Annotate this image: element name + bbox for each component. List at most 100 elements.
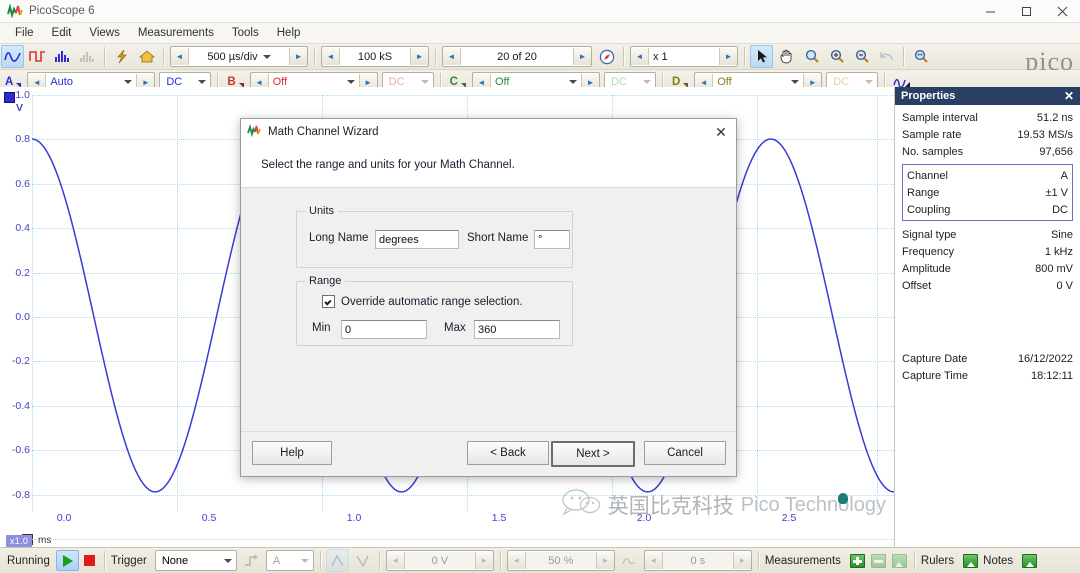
- zoom-in-tool-icon[interactable]: [825, 45, 848, 68]
- remove-measurement-icon[interactable]: [871, 554, 886, 568]
- math-channel-wizard-dialog[interactable]: Math Channel Wizard ✕ Select the range a…: [240, 118, 737, 477]
- add-measurement-icon[interactable]: [850, 554, 865, 568]
- properties-close-icon[interactable]: ✕: [1064, 89, 1074, 103]
- trigger-mode-combo[interactable]: None: [155, 550, 237, 571]
- hand-pan-tool-icon[interactable]: [775, 45, 798, 68]
- property-row: Coupling DC: [907, 201, 1068, 218]
- scope-mode-icon[interactable]: [1, 45, 24, 68]
- pointer-tool-icon[interactable]: [750, 45, 773, 68]
- property-row: Signal type Sine: [902, 226, 1073, 243]
- pretrigger-next-button[interactable]: ►: [597, 552, 614, 569]
- property-key: Frequency: [902, 246, 954, 258]
- properties-spacer: [902, 294, 1073, 322]
- chevron-down-icon[interactable]: [297, 552, 313, 569]
- menu-help[interactable]: Help: [268, 25, 310, 41]
- threshold-value[interactable]: 0 V: [404, 552, 476, 569]
- cancel-button[interactable]: Cancel: [644, 441, 726, 465]
- zoom-factor-next-button[interactable]: ►: [720, 48, 737, 65]
- spectrum-dim-icon[interactable]: [76, 45, 99, 68]
- chevron-down-icon[interactable]: [569, 80, 577, 84]
- delay-spinner[interactable]: ◄ 0 s ►: [644, 550, 752, 571]
- short-name-input[interactable]: °: [534, 230, 570, 249]
- menu-tools[interactable]: Tools: [223, 25, 268, 41]
- delay-prev-button[interactable]: ◄: [645, 552, 662, 569]
- buffer-next-button[interactable]: ►: [574, 48, 591, 65]
- samples-spinner[interactable]: ◄ 100 kS ►: [321, 46, 429, 67]
- trigger-threshold-spinner[interactable]: ◄ 0 V ►: [386, 550, 494, 571]
- long-name-input[interactable]: degrees: [375, 230, 459, 249]
- falling-edge-icon[interactable]: [351, 549, 374, 572]
- max-input[interactable]: 360: [474, 320, 560, 339]
- trigger-source-combo[interactable]: A: [266, 550, 314, 571]
- pretrigger-value[interactable]: 50 %: [525, 552, 597, 569]
- timebase-next-button[interactable]: ►: [290, 48, 307, 65]
- zoom-factor-value[interactable]: x 1: [648, 48, 720, 65]
- zoom-factor-spinner[interactable]: ◄ x 1 ►: [630, 46, 738, 67]
- samples-prev-button[interactable]: ◄: [322, 48, 339, 65]
- menu-edit[interactable]: Edit: [43, 25, 81, 41]
- override-range-checkbox-row[interactable]: Override automatic range selection.: [322, 295, 523, 308]
- play-icon[interactable]: [56, 550, 79, 571]
- zoom-window-tool-icon[interactable]: [800, 45, 823, 68]
- close-button[interactable]: [1044, 0, 1080, 22]
- help-button[interactable]: Help: [252, 441, 332, 465]
- buffer-prev-button[interactable]: ◄: [443, 48, 460, 65]
- threshold-prev-button[interactable]: ◄: [387, 552, 404, 569]
- menu-edit-label: Edit: [52, 27, 72, 39]
- zoom-out-tool-icon[interactable]: [850, 45, 873, 68]
- zoom-badge[interactable]: x1.0: [6, 535, 32, 547]
- home-icon[interactable]: [135, 45, 158, 68]
- dialog-close-icon[interactable]: ✕: [710, 122, 732, 142]
- chevron-down-icon[interactable]: [220, 552, 236, 569]
- post-trigger-delay-icon[interactable]: [618, 549, 641, 572]
- y-axis: 1.0 V 0.8 0.6 0.4 0.2 0.0 -0.2 -0.4 -0.6…: [0, 87, 32, 548]
- trigger-edge-icon[interactable]: [240, 549, 263, 572]
- buffer-value[interactable]: 20 of 20: [460, 48, 574, 65]
- x-tick-label: 1.0: [347, 512, 362, 524]
- delay-next-button[interactable]: ►: [734, 552, 751, 569]
- signal-generator-icon[interactable]: [110, 45, 133, 68]
- samples-next-button[interactable]: ►: [411, 48, 428, 65]
- buffer-navigator-icon[interactable]: [595, 45, 618, 68]
- chevron-down-icon[interactable]: [347, 80, 355, 84]
- menu-measurements[interactable]: Measurements: [129, 25, 223, 41]
- channel-a-offset-marker[interactable]: [4, 92, 15, 103]
- square-wave-icon[interactable]: [26, 45, 49, 68]
- threshold-next-button[interactable]: ►: [476, 552, 493, 569]
- undo-zoom-icon[interactable]: [875, 45, 898, 68]
- stop-icon[interactable]: [79, 551, 100, 570]
- next-button[interactable]: Next >: [551, 441, 635, 467]
- chevron-down-icon[interactable]: [791, 80, 799, 84]
- chevron-down-icon[interactable]: [263, 55, 271, 59]
- rising-edge-icon[interactable]: [326, 549, 349, 572]
- back-button[interactable]: < Back: [467, 441, 549, 465]
- zoom-reset-icon[interactable]: [909, 45, 932, 68]
- menu-views[interactable]: Views: [80, 25, 128, 41]
- chevron-down-icon[interactable]: [124, 80, 132, 84]
- maximize-button[interactable]: [1008, 0, 1044, 22]
- y-tick-label: 0.4: [15, 222, 30, 234]
- y-tick-label: -0.8: [12, 489, 30, 501]
- pretrigger-prev-button[interactable]: ◄: [508, 552, 525, 569]
- range-group-legend: Range: [305, 275, 345, 287]
- long-name-value: degrees: [379, 234, 419, 246]
- notes-icon[interactable]: [1022, 554, 1037, 568]
- y-tick-label: 0.2: [15, 267, 30, 279]
- timebase-value[interactable]: 500 µs/div: [188, 48, 290, 65]
- override-range-checkbox[interactable]: [322, 295, 335, 308]
- menu-file[interactable]: File: [6, 25, 43, 41]
- buffer-spinner[interactable]: ◄ 20 of 20 ►: [442, 46, 592, 67]
- minimize-button[interactable]: [972, 0, 1008, 22]
- samples-value[interactable]: 100 kS: [339, 48, 411, 65]
- spectrum-icon[interactable]: [51, 45, 74, 68]
- timebase-prev-button[interactable]: ◄: [171, 48, 188, 65]
- zoom-factor-prev-button[interactable]: ◄: [631, 48, 648, 65]
- timebase-spinner[interactable]: ◄ 500 µs/div ►: [170, 46, 308, 67]
- min-label: Min: [312, 322, 331, 334]
- status-separator-1: [104, 551, 105, 570]
- min-input[interactable]: 0: [341, 320, 427, 339]
- delay-value[interactable]: 0 s: [662, 552, 734, 569]
- rulers-icon[interactable]: [963, 554, 978, 568]
- edit-measurement-icon[interactable]: [892, 554, 907, 568]
- pretrigger-spinner[interactable]: ◄ 50 % ►: [507, 550, 615, 571]
